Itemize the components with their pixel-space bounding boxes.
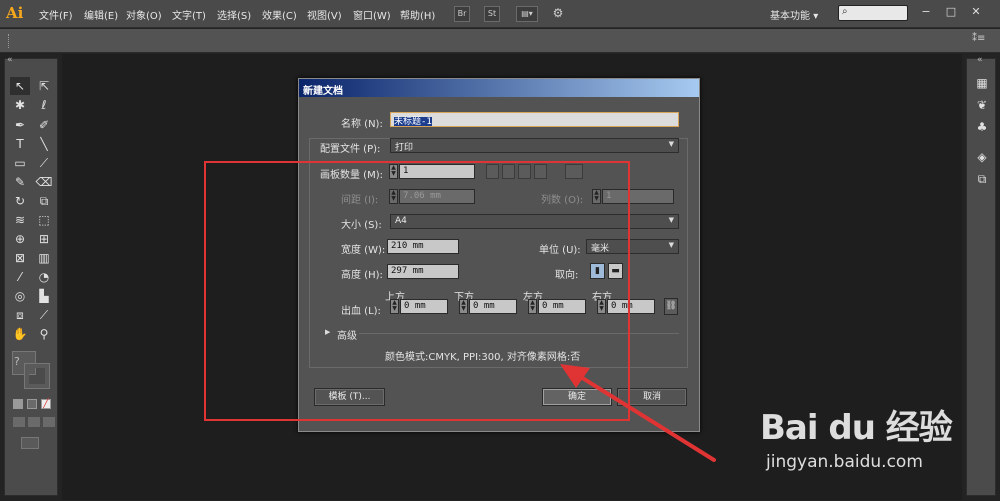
symbol-sprayer-tool-icon[interactable]: ◎ <box>10 287 30 305</box>
menu-type[interactable]: 文字(T) <box>172 7 206 22</box>
line-tool-icon[interactable]: ╲ <box>34 135 54 153</box>
menu-object[interactable]: 对象(O) <box>126 7 162 22</box>
dialog-title[interactable]: 新建文档 <box>299 79 699 97</box>
column-graph-tool-icon[interactable]: ▙ <box>34 287 54 305</box>
minimize-button[interactable]: − <box>918 5 934 19</box>
right-panel-dock: « ▦ ❦ ♣ ◈ ⧉ <box>966 55 996 496</box>
arrange-documents-icon[interactable]: ▤▾ <box>516 6 538 22</box>
menu-select[interactable]: 选择(S) <box>217 7 251 22</box>
close-button[interactable]: ✕ <box>968 5 984 19</box>
workspace-switcher[interactable]: 基本功能 ▾ <box>770 7 818 22</box>
expand-panels-icon[interactable]: « <box>977 55 983 65</box>
illustrator-logo: Ai <box>6 4 24 22</box>
selection-tool-icon[interactable]: ↖ <box>10 77 30 95</box>
eraser-tool-icon[interactable]: ⌫ <box>34 173 54 191</box>
profile-select[interactable]: 打印 ▼ <box>390 138 679 153</box>
menu-view[interactable]: 视图(V) <box>307 7 342 22</box>
menu-file[interactable]: 文件(F) <box>39 7 73 22</box>
menu-bar: Ai 文件(F) 编辑(E) 对象(O) 文字(T) 选择(S) 效果(C) 视… <box>0 0 1000 28</box>
color-panel-icon[interactable]: ▦ <box>972 74 992 92</box>
control-bar: ⁑≡ <box>0 29 1000 53</box>
rectangle-tool-icon[interactable]: ▭ <box>10 154 30 172</box>
direct-selection-tool-icon[interactable]: ⇱ <box>34 77 54 95</box>
search-field[interactable]: ⌕ <box>838 5 908 21</box>
magic-wand-tool-icon[interactable]: ✱ <box>10 96 30 114</box>
symbols-panel-icon[interactable]: ♣ <box>972 118 992 136</box>
perspective-grid-tool-icon[interactable]: ⊞ <box>34 230 54 248</box>
gradient-tool-icon[interactable]: ▥ <box>34 249 54 267</box>
menu-window[interactable]: 窗口(W) <box>353 7 391 22</box>
menu-effect[interactable]: 效果(C) <box>262 7 297 22</box>
bridge-button[interactable]: Br <box>454 6 470 22</box>
control-bar-grip[interactable] <box>8 34 10 48</box>
name-label: 名称 (N): <box>341 119 383 130</box>
free-transform-tool-icon[interactable]: ⬚ <box>34 211 54 229</box>
mesh-tool-icon[interactable]: ⊠ <box>10 249 30 267</box>
screen-mode-icon[interactable] <box>21 437 39 449</box>
color-mode-icon[interactable] <box>13 399 23 409</box>
draw-behind-icon[interactable] <box>28 417 40 427</box>
lasso-tool-icon[interactable]: ℓ <box>34 96 54 114</box>
hand-tool-icon[interactable]: ✋ <box>10 325 30 343</box>
gradient-mode-icon[interactable] <box>27 399 37 409</box>
blend-tool-icon[interactable]: ◔ <box>34 268 54 286</box>
menu-edit[interactable]: 编辑(E) <box>84 7 118 22</box>
annotation-arrow <box>560 364 716 462</box>
pen-tool-icon[interactable]: ✒ <box>10 116 30 134</box>
rotate-tool-icon[interactable]: ↻ <box>10 192 30 210</box>
draw-inside-icon[interactable] <box>43 417 55 427</box>
watermark-brand: Bai du 经验 <box>760 408 953 448</box>
scale-tool-icon[interactable]: ⧉ <box>34 192 54 210</box>
paintbrush-tool-icon[interactable]: ⟋ <box>34 154 54 172</box>
menu-help[interactable]: 帮助(H) <box>400 7 435 22</box>
draw-normal-icon[interactable] <box>13 417 25 427</box>
gpu-performance-icon[interactable]: ⚙ <box>550 6 566 22</box>
link-bleed-icon[interactable]: ⛓ <box>664 298 678 315</box>
width-tool-icon[interactable]: ≋ <box>10 211 30 229</box>
stroke-swatch[interactable] <box>24 363 50 389</box>
collapse-icon[interactable]: « <box>7 55 13 65</box>
search-icon: ⌕ <box>842 6 848 17</box>
stock-button[interactable]: St <box>484 6 500 22</box>
maximize-button[interactable]: □ <box>943 5 959 19</box>
tools-panel: « ↖ ⇱ ✱ ℓ ✒ ✐ T ╲ ▭ ⟋ ✎ ⌫ ↻ ⧉ ≋ ⬚ ⊕ ⊞ ⊠ … <box>4 55 58 496</box>
none-mode-icon[interactable]: ╱ <box>41 399 51 409</box>
eyedropper-tool-icon[interactable]: ⁄ <box>10 268 30 286</box>
type-tool-icon[interactable]: T <box>10 135 30 153</box>
shape-builder-tool-icon[interactable]: ⊕ <box>10 230 30 248</box>
layers-panel-icon[interactable]: ◈ <box>972 148 992 166</box>
artboard-tool-icon[interactable]: ⧈ <box>10 306 30 324</box>
brushes-panel-icon[interactable]: ❦ <box>972 96 992 114</box>
pencil-tool-icon[interactable]: ✎ <box>10 173 30 191</box>
panel-menu-icon[interactable]: ⁑≡ <box>972 33 985 44</box>
profile-label: 配置文件 (P): <box>320 144 381 155</box>
artboards-panel-icon[interactable]: ⧉ <box>972 170 992 188</box>
zoom-tool-icon[interactable]: ⚲ <box>34 325 54 343</box>
unknown-fill-icon: ? <box>14 355 20 368</box>
name-field[interactable]: 未标题-1 <box>390 112 679 127</box>
watermark-url: jingyan.baidu.com <box>766 452 923 472</box>
curvature-tool-icon[interactable]: ✐ <box>34 116 54 134</box>
baidu-watermark: Bai du 经验 jingyan.baidu.com <box>760 390 960 490</box>
slice-tool-icon[interactable]: ⟋ <box>34 306 54 324</box>
